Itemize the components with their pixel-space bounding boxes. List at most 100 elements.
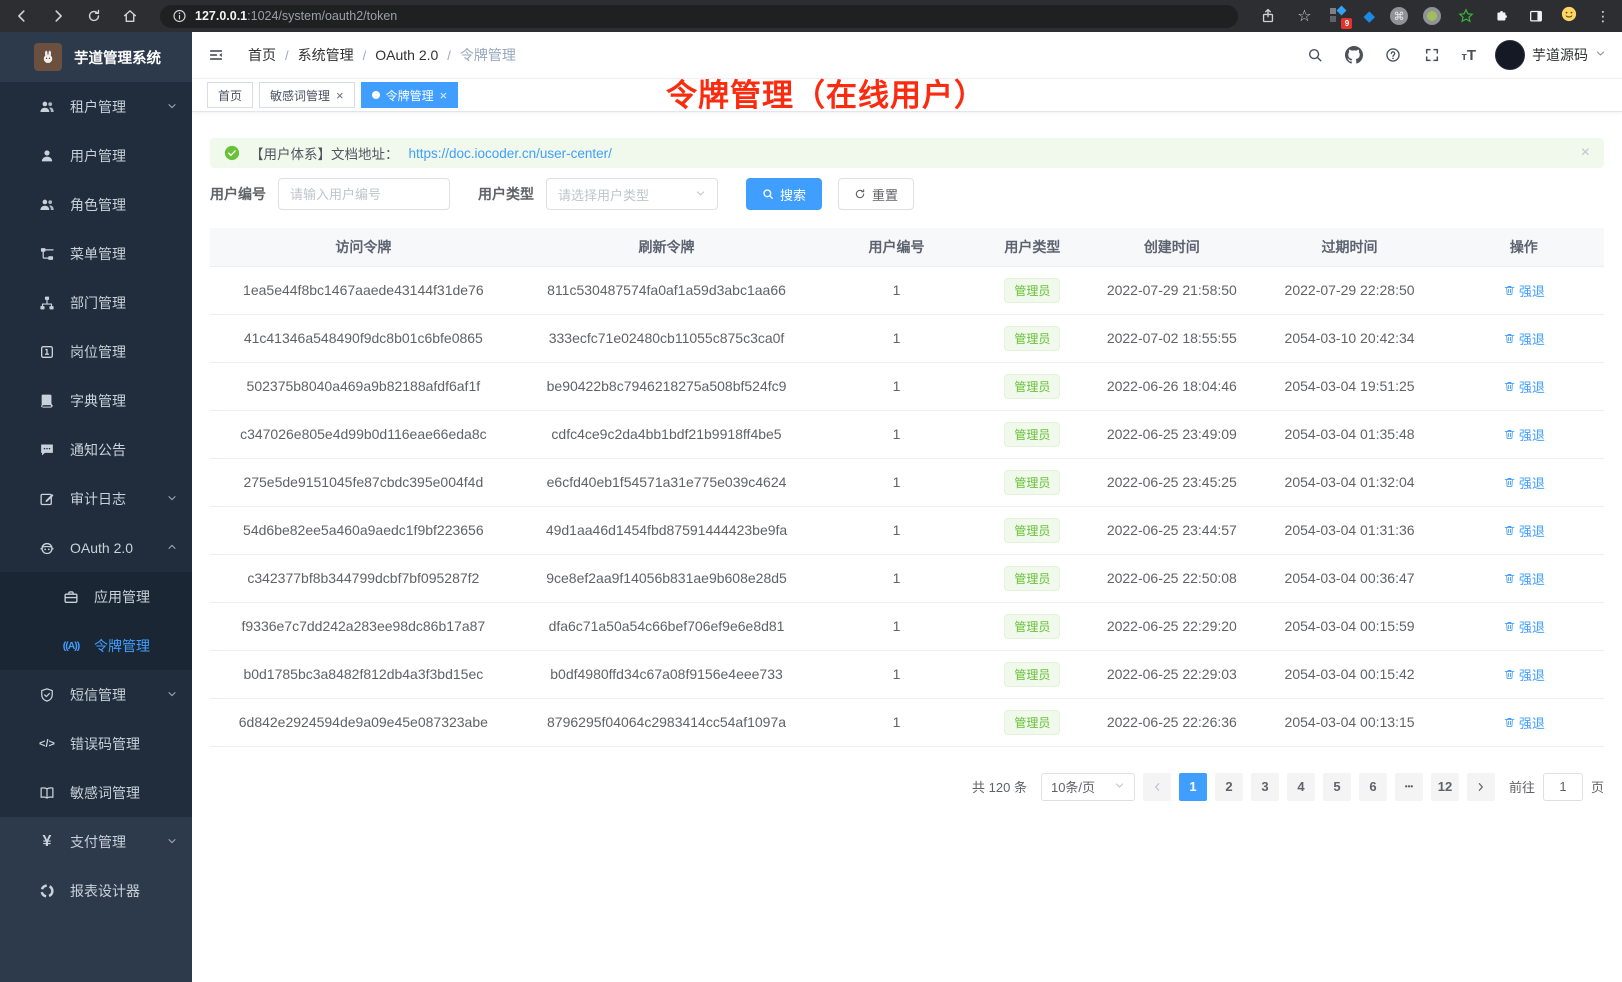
dot-extension-icon[interactable] xyxy=(1423,7,1441,25)
sidebar-item-oauth2[interactable]: OAuth 2.0 xyxy=(0,523,192,572)
book-icon xyxy=(38,784,56,802)
close-icon[interactable]: × xyxy=(336,89,344,102)
help-icon[interactable] xyxy=(1383,45,1403,65)
access-token-cell: 1ea5e44f8bc1467aaede43144f31de76 xyxy=(210,266,517,314)
user-menu[interactable]: 芋道源码 xyxy=(1495,40,1606,70)
refresh-token-cell: b0df4980ffd34c67a08f9156e4eee733 xyxy=(517,650,817,698)
fullscreen-icon[interactable] xyxy=(1422,45,1442,65)
sidebar-item-tenant[interactable]: 租户管理 xyxy=(0,82,192,131)
force-logout-button[interactable]: 强退 xyxy=(1503,425,1545,444)
breadcrumb-item[interactable]: 系统管理 xyxy=(298,45,354,65)
search-icon[interactable] xyxy=(1305,45,1325,65)
sidebar-item-errcode[interactable]: </>错误码管理 xyxy=(0,719,192,768)
user-type-badge: 管理员 xyxy=(1004,518,1060,543)
sidebar-item-dict[interactable]: 字典管理 xyxy=(0,376,192,425)
bookmark-star-icon[interactable]: ☆ xyxy=(1294,6,1314,26)
sidebar-item-post[interactable]: 岗位管理 xyxy=(0,327,192,376)
font-size-icon[interactable]: тT xyxy=(1461,47,1476,64)
search-icon xyxy=(762,188,774,200)
url-bar[interactable]: 127.0.0.1:1024/system/oauth2/token xyxy=(160,5,1238,28)
alert-close-icon[interactable]: × xyxy=(1581,144,1590,162)
collapse-sidebar-icon[interactable] xyxy=(208,44,230,66)
user-type-cell: 管理员 xyxy=(977,650,1089,698)
page-size-select[interactable]: 10条/页 xyxy=(1041,773,1135,801)
forward-icon[interactable] xyxy=(48,6,68,26)
next-page-button[interactable] xyxy=(1467,773,1495,801)
page-button-3[interactable]: 3 xyxy=(1251,773,1279,801)
created-at-cell: 2022-06-25 23:45:25 xyxy=(1088,458,1255,506)
search-button[interactable]: 搜索 xyxy=(746,178,822,210)
sidebar-item-pay[interactable]: ¥支付管理 xyxy=(0,817,192,866)
user-type-select[interactable]: 请选择用户类型 xyxy=(546,178,718,210)
force-logout-button[interactable]: 强退 xyxy=(1503,521,1545,540)
profile-avatar-icon[interactable] xyxy=(1561,6,1581,26)
chevron-down-icon xyxy=(166,687,178,703)
sidebar-item-menu[interactable]: 菜单管理 xyxy=(0,229,192,278)
action-cell: 强退 xyxy=(1444,698,1604,746)
goto-page-input[interactable] xyxy=(1543,773,1583,801)
sidebar-item-sms[interactable]: 短信管理 xyxy=(0,670,192,719)
app-logo[interactable]: 芋道管理系统 xyxy=(0,32,192,82)
force-logout-button[interactable]: 强退 xyxy=(1503,665,1545,684)
tab-敏感词管理[interactable]: 敏感词管理× xyxy=(259,82,355,108)
breadcrumb-item[interactable]: OAuth 2.0 xyxy=(375,47,438,63)
user-type-cell: 管理员 xyxy=(977,506,1089,554)
info-icon[interactable] xyxy=(172,9,187,24)
force-logout-button[interactable]: 强退 xyxy=(1503,569,1545,588)
tab-首页[interactable]: 首页 xyxy=(207,82,253,108)
reset-button[interactable]: 重置 xyxy=(838,178,914,210)
home-icon[interactable] xyxy=(120,6,140,26)
sidebar-item-role[interactable]: 角色管理 xyxy=(0,180,192,229)
tab-令牌管理[interactable]: 令牌管理× xyxy=(361,82,459,108)
user-type-cell: 管理员 xyxy=(977,602,1089,650)
breadcrumb-item[interactable]: 首页 xyxy=(248,45,276,65)
force-logout-button[interactable]: 强退 xyxy=(1503,281,1545,300)
side-panel-icon[interactable] xyxy=(1526,6,1546,26)
page-button-1[interactable]: 1 xyxy=(1179,773,1207,801)
force-logout-button[interactable]: 强退 xyxy=(1503,473,1545,492)
page-button-6[interactable]: 6 xyxy=(1359,773,1387,801)
close-icon[interactable]: × xyxy=(440,89,448,102)
github-icon[interactable] xyxy=(1344,45,1364,65)
goto-page: 前往 页 xyxy=(1509,773,1604,801)
sidebar-item-dept[interactable]: 部门管理 xyxy=(0,278,192,327)
url-text: 127.0.0.1:1024/system/oauth2/token xyxy=(195,7,397,25)
sidebar-item-oauth2-token[interactable]: ((A))令牌管理 xyxy=(0,621,192,670)
user-id-input[interactable] xyxy=(278,178,450,210)
browser-menu-icon[interactable]: ⋮ xyxy=(1596,8,1610,25)
sidebar-item-audit[interactable]: 审计日志 xyxy=(0,474,192,523)
user-icon xyxy=(38,147,56,165)
page-button-5[interactable]: 5 xyxy=(1323,773,1351,801)
force-logout-button[interactable]: 强退 xyxy=(1503,713,1545,732)
extension-grid-icon[interactable]: 9 xyxy=(1330,7,1348,25)
prev-page-button[interactable] xyxy=(1143,773,1171,801)
page-button-2[interactable]: 2 xyxy=(1215,773,1243,801)
reload-icon[interactable] xyxy=(84,6,104,26)
force-logout-button[interactable]: 强退 xyxy=(1503,617,1545,636)
force-logout-button[interactable]: 强退 xyxy=(1503,329,1545,348)
share-icon[interactable] xyxy=(1258,6,1278,26)
command-extension-icon[interactable]: ⌘ xyxy=(1390,7,1408,25)
refresh-token-cell: cdfc4ce9c2da4bb1bdf21b9918ff4be5 xyxy=(517,410,817,458)
alert-doc-link[interactable]: https://doc.iocoder.cn/user-center/ xyxy=(409,146,612,161)
sidebar-item-oauth2-app[interactable]: 应用管理 xyxy=(0,572,192,621)
page-button-12[interactable]: 12 xyxy=(1431,773,1459,801)
created-at-cell: 2022-06-25 22:50:08 xyxy=(1088,554,1255,602)
user-type-badge: 管理员 xyxy=(1004,614,1060,639)
back-icon[interactable] xyxy=(12,6,32,26)
gem-extension-icon[interactable]: ◆ xyxy=(1363,7,1375,25)
more-pages-button[interactable]: ••• xyxy=(1395,773,1423,801)
sidebar-item-notice[interactable]: 通知公告 xyxy=(0,425,192,474)
column-header: 访问令牌 xyxy=(210,228,517,266)
puzzle-extensions-icon[interactable] xyxy=(1491,6,1511,26)
chevron-down-icon xyxy=(1595,46,1606,64)
star-extension-icon[interactable] xyxy=(1456,6,1476,26)
shield-icon xyxy=(38,686,56,704)
force-logout-button[interactable]: 强退 xyxy=(1503,377,1545,396)
idcard-icon xyxy=(38,343,56,361)
sidebar-item-report[interactable]: 报表设计器 xyxy=(0,866,192,915)
user-type-badge: 管理员 xyxy=(1004,662,1060,687)
sidebar-item-user[interactable]: 用户管理 xyxy=(0,131,192,180)
sidebar-item-sensitive[interactable]: 敏感词管理 xyxy=(0,768,192,817)
page-button-4[interactable]: 4 xyxy=(1287,773,1315,801)
